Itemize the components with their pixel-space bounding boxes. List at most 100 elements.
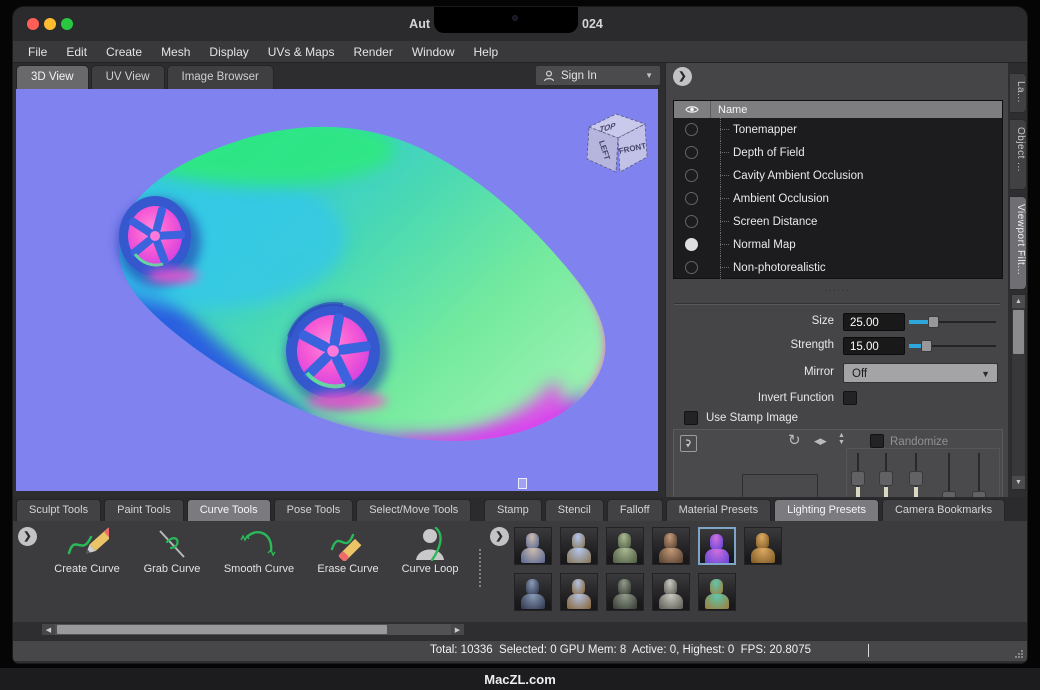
menu-item[interactable]: Create xyxy=(106,45,142,59)
lighting-preset-thumbnail[interactable] xyxy=(560,573,598,611)
filter-label: Non-photorealistic xyxy=(733,262,826,274)
side-tab[interactable]: La... xyxy=(1010,73,1027,113)
tool-tray-tab[interactable]: Sculpt Tools xyxy=(16,499,101,521)
tool-create-curve[interactable]: Create Curve xyxy=(44,527,130,575)
preset-tray-tab[interactable]: Falloff xyxy=(607,499,663,521)
3d-viewport[interactable]: TOP LEFT FRONT xyxy=(16,89,658,491)
filter-row[interactable]: Depth of Field xyxy=(674,141,1002,164)
filter-row[interactable]: Normal Map xyxy=(674,233,1002,256)
filter-row[interactable]: Ambient Occlusion xyxy=(674,187,1002,210)
side-tab[interactable]: Object ... xyxy=(1010,119,1027,190)
lighting-preset-thumbnail[interactable] xyxy=(652,573,690,611)
bust-preview xyxy=(613,533,637,563)
tool-tray-tab[interactable]: Pose Tools xyxy=(274,499,354,521)
lighting-preset-thumbnail[interactable] xyxy=(606,573,644,611)
filter-toggle-radio[interactable] xyxy=(685,169,698,182)
filter-row[interactable]: Cavity Ambient Occlusion xyxy=(674,164,1002,187)
preset-tray-tab[interactable]: Camera Bookmarks xyxy=(882,499,1005,521)
lighting-preset-thumbnail[interactable] xyxy=(744,527,782,565)
view-cube[interactable]: TOP LEFT FRONT xyxy=(578,105,658,181)
view-tab[interactable]: 3D View xyxy=(16,65,89,89)
scroll-left-arrow[interactable]: ◀ xyxy=(42,624,55,635)
filter-row[interactable]: Tonemapper xyxy=(674,118,1002,141)
tool-tray-tab[interactable]: Select/Move Tools xyxy=(356,499,471,521)
strength-input[interactable]: 15.00 xyxy=(843,337,905,355)
panel-collapse-button[interactable]: ❯ xyxy=(673,67,692,86)
scrollbar-thumb[interactable] xyxy=(57,625,387,634)
filter-row[interactable]: Non-photorealistic xyxy=(674,256,1002,279)
menu-item[interactable]: Display xyxy=(209,45,248,59)
lighting-preset-thumbnail[interactable] xyxy=(560,527,598,565)
filter-toggle-radio[interactable] xyxy=(685,238,698,251)
menu-item[interactable]: Help xyxy=(474,45,499,59)
randomize-checkbox[interactable] xyxy=(870,434,884,448)
lighting-preset-thumbnail[interactable] xyxy=(652,527,690,565)
preset-tray-tab[interactable]: Lighting Presets xyxy=(774,499,879,521)
panel-splitter-grip[interactable]: ······ xyxy=(666,285,1008,296)
randomize-slider[interactable] xyxy=(851,453,865,497)
tool-tray-tab[interactable]: Curve Tools xyxy=(187,499,271,521)
randomize-slider[interactable] xyxy=(909,453,923,497)
randomize-slider[interactable] xyxy=(942,453,956,497)
side-tab[interactable]: Viewport Filt... xyxy=(1010,196,1027,290)
menu-item[interactable]: Mesh xyxy=(161,45,190,59)
panel-scrollbar[interactable]: ▲ ▼ xyxy=(1011,294,1026,490)
filter-row[interactable]: Screen Distance xyxy=(674,210,1002,233)
viewport-resize-grip[interactable]: ······ xyxy=(510,490,540,496)
scroll-down-arrow[interactable]: ▼ xyxy=(1012,476,1025,489)
preset-tray-tab[interactable]: Stencil xyxy=(545,499,604,521)
use-stamp-image-checkbox[interactable] xyxy=(684,411,698,425)
presets-collapse-button[interactable]: ❯ xyxy=(490,527,509,546)
menu-item[interactable]: Edit xyxy=(66,45,87,59)
menu-item[interactable]: Render xyxy=(353,45,392,59)
scroll-right-arrow[interactable]: ▶ xyxy=(451,624,464,635)
invert-function-checkbox[interactable] xyxy=(843,391,857,405)
create-curve-icon xyxy=(44,527,130,561)
flip-horizontal-icon[interactable]: ◀▶ xyxy=(814,436,826,447)
scrollbar-thumb[interactable] xyxy=(1013,310,1024,354)
tool-smooth-curve[interactable]: Smooth Curve xyxy=(216,527,302,575)
tool-curve-loop[interactable]: Curve Loop xyxy=(387,527,473,575)
size-slider-handle[interactable] xyxy=(928,316,939,328)
user-icon xyxy=(543,70,555,82)
tray-collapse-button[interactable]: ❯ xyxy=(18,527,37,546)
size-slider[interactable] xyxy=(909,313,996,331)
tool-erase-curve[interactable]: Erase Curve xyxy=(305,527,391,575)
tray-horizontal-scrollbar[interactable]: ◀ ▶ xyxy=(41,623,465,636)
view-tab[interactable]: UV View xyxy=(91,65,165,89)
strength-slider-handle[interactable] xyxy=(921,340,932,352)
mirror-dropdown[interactable]: Off ▼ xyxy=(843,363,998,383)
tool-grab-curve[interactable]: Grab Curve xyxy=(129,527,215,575)
sign-in-dropdown[interactable]: Sign In ▼ xyxy=(535,65,661,86)
car-model[interactable] xyxy=(16,89,658,491)
filter-toggle-radio[interactable] xyxy=(685,192,698,205)
lighting-preset-thumbnail[interactable] xyxy=(698,573,736,611)
window-resize-grip[interactable] xyxy=(1014,649,1024,659)
menu-item[interactable]: UVs & Maps xyxy=(268,45,335,59)
import-stamp-icon[interactable] xyxy=(680,435,697,452)
preset-tray-tab[interactable]: Material Presets xyxy=(666,499,771,521)
bust-preview xyxy=(705,579,729,609)
strength-slider[interactable] xyxy=(909,337,996,355)
preset-tray-tab[interactable]: Stamp xyxy=(484,499,542,521)
filter-toggle-radio[interactable] xyxy=(685,261,698,274)
strength-label: Strength xyxy=(670,339,834,351)
menu-item[interactable]: File xyxy=(28,45,47,59)
lighting-preset-thumbnail[interactable] xyxy=(514,527,552,565)
rotate-stamp-icon[interactable]: ↻ xyxy=(788,431,801,449)
tool-tray-tab[interactable]: Paint Tools xyxy=(104,499,184,521)
tray-splitter-grip[interactable] xyxy=(479,549,481,587)
filter-toggle-radio[interactable] xyxy=(685,146,698,159)
filter-toggle-radio[interactable] xyxy=(685,215,698,228)
menu-item[interactable]: Window xyxy=(412,45,455,59)
lighting-preset-thumbnail[interactable] xyxy=(606,527,644,565)
filter-toggle-radio[interactable] xyxy=(685,123,698,136)
lighting-preset-thumbnail[interactable] xyxy=(514,573,552,611)
lighting-preset-thumbnail[interactable] xyxy=(698,527,736,565)
scroll-up-arrow[interactable]: ▲ xyxy=(1012,295,1025,308)
randomize-slider[interactable] xyxy=(972,453,986,497)
view-tab[interactable]: Image Browser xyxy=(167,65,274,89)
size-input[interactable]: 25.00 xyxy=(843,313,905,331)
randomize-slider[interactable] xyxy=(879,453,893,497)
flip-vertical-icon[interactable]: ▲▼ xyxy=(838,432,845,446)
